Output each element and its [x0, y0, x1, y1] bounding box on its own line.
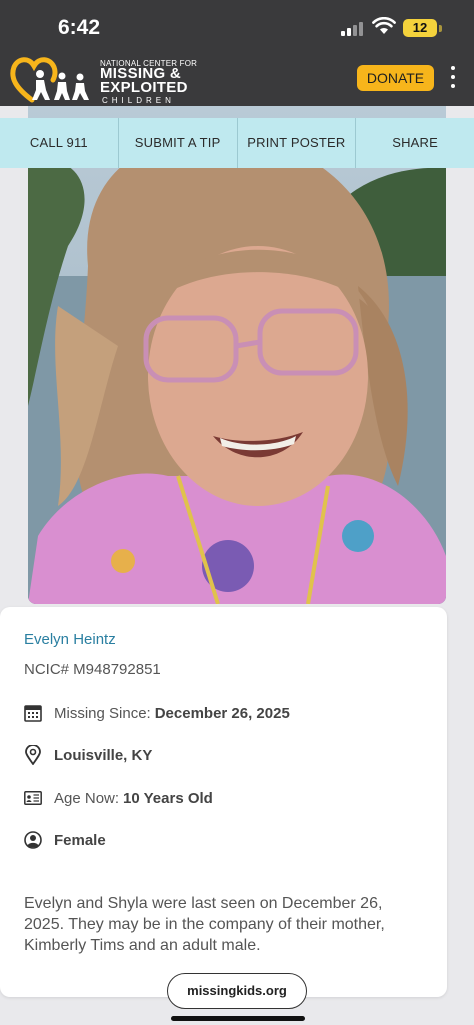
app-header: NATIONAL CENTER FOR MISSING & EXPLOITED … — [0, 52, 474, 106]
person-icon — [24, 830, 42, 850]
age-value: 10 Years Old — [123, 789, 213, 807]
child-info-card: Evelyn Heintz NCIC# M948792851 Missing S… — [0, 607, 447, 997]
status-time: 6:42 — [58, 16, 101, 39]
donate-button[interactable]: DONATE — [357, 65, 434, 91]
sex-row: Female — [24, 829, 106, 851]
battery-tip — [439, 25, 442, 32]
site-url-pill[interactable]: missingkids.org — [167, 973, 307, 1009]
battery-icon: 12 — [403, 19, 437, 37]
case-description: Evelyn and Shyla were last seen on Decem… — [24, 895, 385, 954]
sex-value: Female — [54, 831, 106, 849]
ncmec-logo-icon[interactable] — [10, 52, 98, 106]
status-bar: 6:42 12 — [0, 0, 474, 52]
signal-icon — [341, 20, 367, 36]
submit-tip-button[interactable]: SUBMIT A TIP — [119, 118, 238, 168]
logo-line-2: EXPLOITED — [100, 79, 188, 96]
action-bar: CALL 911 SUBMIT A TIP PRINT POSTER SHARE — [0, 118, 474, 168]
logo-subtitle: CHILDREN — [102, 96, 175, 105]
more-icon[interactable] — [449, 66, 457, 92]
age-label: Age Now: — [54, 789, 120, 807]
location-pin-icon — [24, 745, 42, 765]
missing-since-row: Missing Since: December 26, 2025 — [24, 702, 290, 724]
print-poster-button[interactable]: PRINT POSTER — [238, 118, 357, 168]
child-name-link[interactable]: Evelyn Heintz — [24, 631, 116, 648]
logo-title: MISSING & EXPLOITED — [100, 66, 188, 96]
missing-since-label: Missing Since: — [54, 704, 151, 722]
share-button[interactable]: SHARE — [356, 118, 474, 168]
ncic-number: NCIC# M948792851 — [24, 661, 161, 678]
calendar-icon — [24, 703, 42, 723]
missing-since-value: December 26, 2025 — [154, 704, 290, 722]
home-indicator[interactable] — [171, 1016, 305, 1021]
id-card-icon — [24, 788, 42, 808]
child-photo — [28, 106, 446, 604]
age-row: Age Now: 10 Years Old — [24, 787, 213, 809]
child-photo-illustration — [28, 106, 446, 604]
call-911-button[interactable]: CALL 911 — [0, 118, 119, 168]
location-value: Louisville, KY — [54, 746, 153, 764]
location-row: Louisville, KY — [24, 744, 152, 766]
wifi-icon — [372, 17, 396, 34]
